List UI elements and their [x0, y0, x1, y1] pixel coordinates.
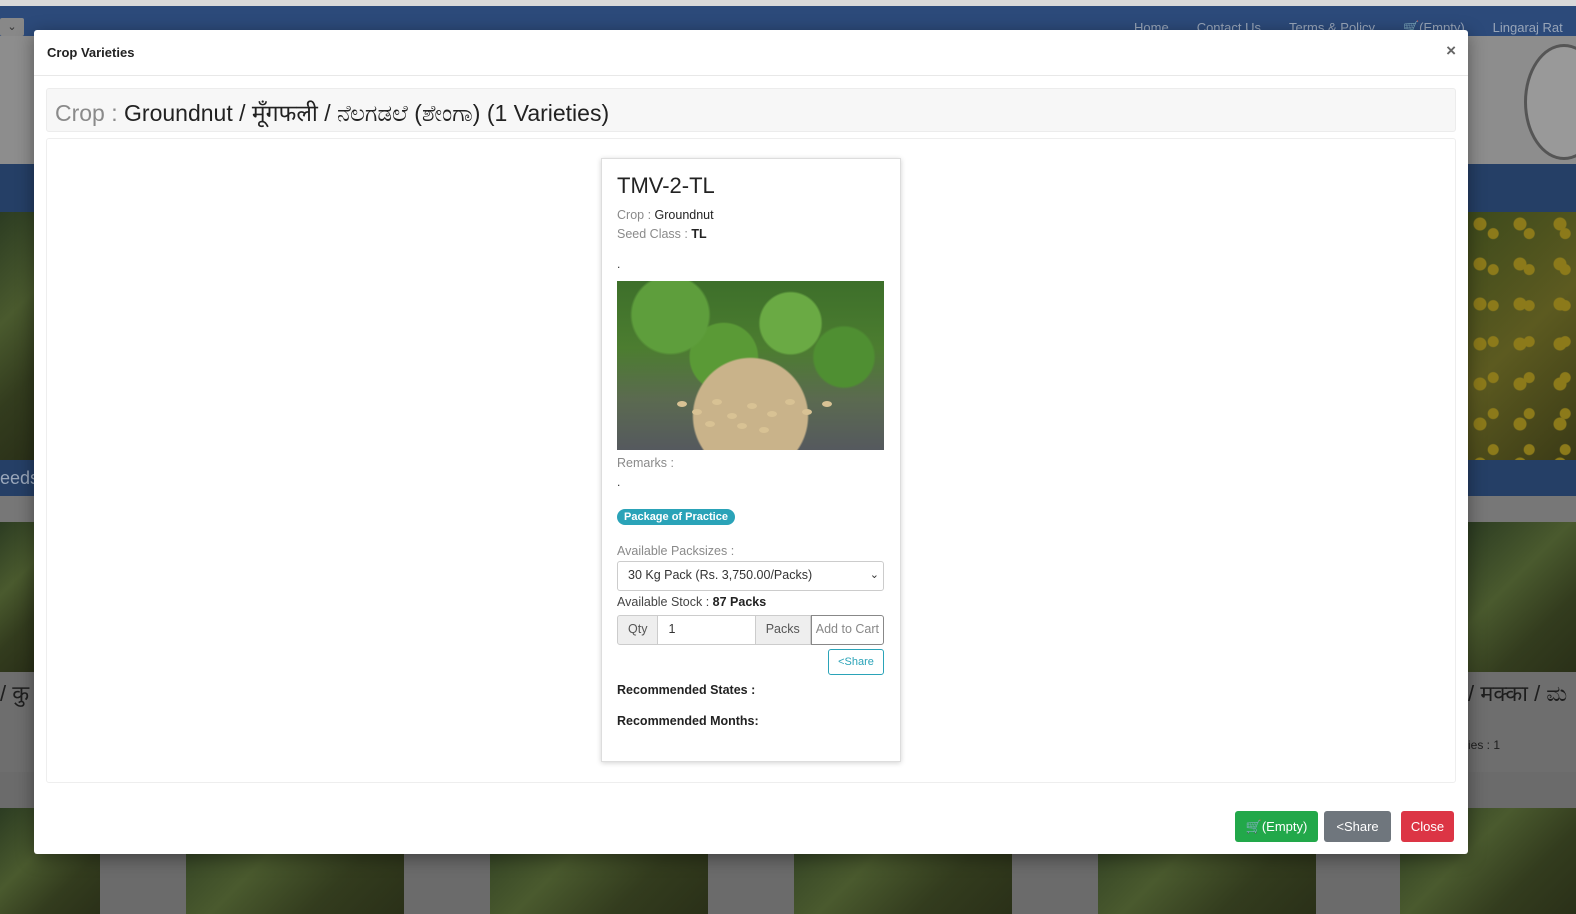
modal-title: Crop Varieties: [47, 45, 135, 60]
crop-row: Crop : Groundnut: [617, 208, 714, 222]
variety-photo: [617, 281, 884, 450]
qty-label: Qty: [617, 615, 659, 645]
available-stock: Available Stock : 87 Packs: [617, 595, 767, 609]
background-photo: [0, 212, 34, 460]
remarks-value: .: [617, 475, 621, 489]
background-photo: [1468, 522, 1576, 672]
background-text: / मक्का / ಮ: [1468, 681, 1568, 706]
chevron-down-icon: ⌄: [869, 569, 879, 581]
variety-share-button[interactable]: <Share: [828, 649, 884, 675]
share-icon: <: [1336, 819, 1344, 834]
package-of-practice-badge[interactable]: Package of Practice: [617, 509, 735, 525]
crop-value: Groundnut: [654, 208, 714, 222]
background-text: / कु: [0, 681, 30, 706]
cart-button[interactable]: 🛒(Empty): [1235, 811, 1318, 842]
nav-user[interactable]: Lingaraj Rat: [1493, 20, 1563, 36]
close-icon[interactable]: ×: [1446, 41, 1456, 61]
packsize-select[interactable]: 30 Kg Pack (Rs. 3,750.00/Packs) ⌄: [617, 561, 884, 591]
crop-heading: Crop : Groundnut / मूँगफली / ನೆಲಗಡಲೆ (ಶೇ…: [46, 88, 1456, 132]
variety-card: TMV-2-TL Crop : Groundnut Seed Class : T…: [601, 158, 901, 762]
variety-description: .: [617, 257, 621, 271]
background-photo: [1468, 212, 1576, 460]
crop-heading-value: Groundnut / मूँगफली / ನೆಲಗಡಲೆ (ಶೇಂಗಾ) (1…: [124, 100, 610, 126]
crop-heading-label: Crop :: [55, 100, 118, 126]
quantity-group: Qty 1 Packs Add to Cart: [617, 615, 884, 645]
recommended-months: Recommended Months:: [617, 714, 759, 728]
add-to-cart-button[interactable]: Add to Cart: [810, 615, 884, 645]
background-photo: [0, 522, 34, 672]
recommended-states: Recommended States :: [617, 683, 756, 697]
stock-value: 87 Packs: [712, 595, 767, 609]
packs-label: Packs: [754, 615, 811, 645]
variety-name: TMV-2-TL: [617, 173, 715, 198]
crop-varieties-modal: Crop Varieties × Crop : Groundnut / मूँग…: [34, 30, 1468, 854]
close-button[interactable]: Close: [1401, 811, 1454, 842]
menu-toggle-icon[interactable]: ⌄: [0, 18, 24, 36]
quantity-input[interactable]: 1: [658, 615, 755, 645]
background-text: ies : 1: [1468, 738, 1501, 752]
seed-class-row: Seed Class : TL: [617, 227, 707, 241]
cart-icon: 🛒: [1245, 819, 1262, 834]
packsizes-label: Available Packsizes :: [617, 544, 735, 558]
seed-class-value: TL: [691, 227, 707, 241]
remarks-label: Remarks :: [617, 456, 674, 470]
modal-header: Crop Varieties ×: [34, 30, 1468, 76]
share-button[interactable]: <Share: [1324, 811, 1391, 842]
